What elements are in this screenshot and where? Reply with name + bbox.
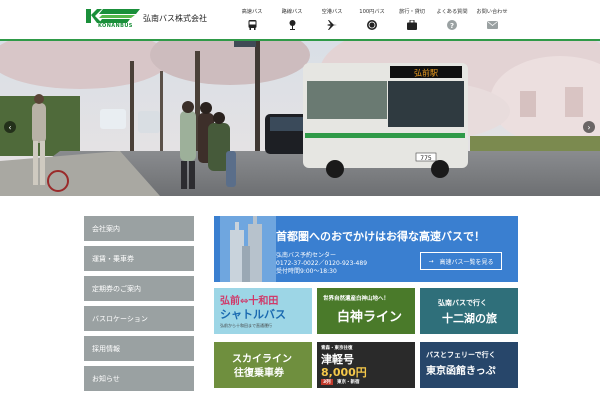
tile-route: 東京・新宿 — [337, 380, 360, 385]
sidebar-item-recruit[interactable]: 採用情報 — [84, 336, 194, 361]
tile-line1: スカイライン — [232, 354, 292, 365]
nav-contact[interactable]: お問い合わせ — [472, 8, 512, 36]
nav-label: 高速バス — [241, 9, 263, 15]
company-logo[interactable]: KONANBUS — [86, 9, 140, 31]
sidebar-item-news[interactable]: お知らせ — [84, 366, 194, 391]
tokyo-tower-illustration — [220, 216, 276, 282]
slider-next-button[interactable]: › — [583, 121, 595, 133]
suitcase-icon — [407, 20, 417, 30]
bus-destination-sign: 弘前駅 — [414, 68, 438, 78]
airplane-icon — [327, 20, 337, 30]
tile-line2: 往復乗車券 — [234, 368, 284, 379]
nav-highway-bus[interactable]: 高速バス — [232, 8, 272, 36]
tile-line1: 弘前⇔十和田 — [220, 296, 279, 307]
tile-line1: 弘南バスで行く — [438, 299, 487, 307]
promo-shuttle-bus[interactable]: 弘前⇔十和田 シャトルバス 弘前から十和田まで直通運行 — [214, 288, 312, 334]
svg-text:?: ? — [450, 22, 454, 30]
highway-bus-list-button[interactable]: → 高速バス一覧を見る — [420, 252, 502, 270]
tile-line3: 弘前から十和田まで直通運行 — [220, 323, 272, 328]
nav-route-bus[interactable]: 路線バス — [272, 8, 312, 36]
hero-slider[interactable]: 弘前駅 775 ‹ › — [0, 41, 600, 196]
tile-line2: 白神ライン — [337, 310, 403, 325]
nav-travel-charter[interactable]: 旅行・貸切 — [392, 8, 432, 36]
arrow-right-icon: → — [428, 257, 434, 265]
sidebar-item-commuter-pass[interactable]: 定期券のご案内 — [84, 276, 194, 301]
nav-label: 旅行・貸切 — [399, 9, 425, 15]
nav-airport-bus[interactable]: 空港バス — [312, 8, 352, 36]
logo-text: KONANBUS — [98, 23, 133, 29]
sidebar-menu: 会社案内 運賃・乗車券 定期券のご案内 バスロケーション 採用情報 お知らせ — [84, 216, 194, 396]
button-label: 高速バス一覧を見る — [439, 258, 494, 266]
nav-label: お問い合わせ — [476, 9, 508, 15]
hero-photo: 弘前駅 775 — [0, 41, 600, 196]
sidebar-item-company[interactable]: 会社案内 — [84, 216, 194, 241]
nav-label: よくある質問 — [436, 9, 468, 15]
reservation-hours: 受付時間9:00～18:30 — [276, 268, 337, 275]
slider-prev-button[interactable]: ‹ — [4, 121, 16, 133]
logo-mark-icon — [86, 9, 140, 23]
promo-juniko-trip[interactable]: 弘南バスで行く 十二湖の旅 — [420, 288, 518, 334]
tile-line2: 十二湖の旅 — [442, 312, 497, 325]
nav-label: 路線バス — [281, 9, 303, 15]
envelope-icon — [486, 20, 498, 30]
nav-label: 100円バス — [359, 9, 385, 15]
bus-stop-icon — [288, 20, 297, 30]
nav-label: 空港バス — [321, 9, 343, 15]
banner-title: 首都圏へのおでかけはお得な高速バスで！ — [276, 230, 485, 243]
question-icon: ? — [447, 20, 457, 30]
tile-line2: 東京函館きっぷ — [426, 366, 496, 377]
nav-100yen-bus[interactable]: 100円バス — [352, 8, 392, 36]
tile-line2: シャトルバス — [220, 308, 286, 321]
promo-shirakami-line[interactable]: 世界自然遺産白神山地へ！ 白神ライン — [317, 288, 415, 334]
bus-number-plate: 775 — [420, 155, 432, 162]
site-header: KONANBUS 弘南バス株式会社 高速バス 路線バス 空港バス 100円バス — [0, 0, 600, 41]
promo-tokyo-hakodate-ticket[interactable]: バスとフェリーで行く 東京函館きっぷ — [420, 342, 518, 388]
tile-badge: 3列 — [321, 379, 333, 385]
coin-icon — [367, 20, 377, 30]
sidebar-item-bus-location[interactable]: バスロケーション — [84, 306, 194, 331]
tile-line1: 世界自然遺産白神山地へ！ — [323, 296, 390, 302]
tile-line1: バスとフェリーで行く — [426, 351, 496, 359]
company-name: 弘南バス株式会社 — [143, 14, 207, 23]
nav-faq[interactable]: よくある質問 ? — [432, 8, 472, 36]
promo-skyline-ticket[interactable]: スカイライン 往復乗車券 — [214, 342, 312, 388]
promo-tsugaru-go[interactable]: 青森・東京往復 津軽号 8,000円 3列 東京・新宿 — [317, 342, 415, 388]
sidebar-item-fares[interactable]: 運賃・乗車券 — [84, 246, 194, 271]
main-nav: 高速バス 路線バス 空港バス 100円バス 旅行・貸切 よくある質問 ? お問い… — [232, 8, 512, 36]
tile-price: 8,000円 — [321, 366, 367, 379]
bus-icon — [248, 20, 257, 30]
highway-bus-banner[interactable]: 首都圏へのおでかけはお得な高速バスで！ 弘南バス予約センター 0172-37-0… — [214, 216, 518, 282]
